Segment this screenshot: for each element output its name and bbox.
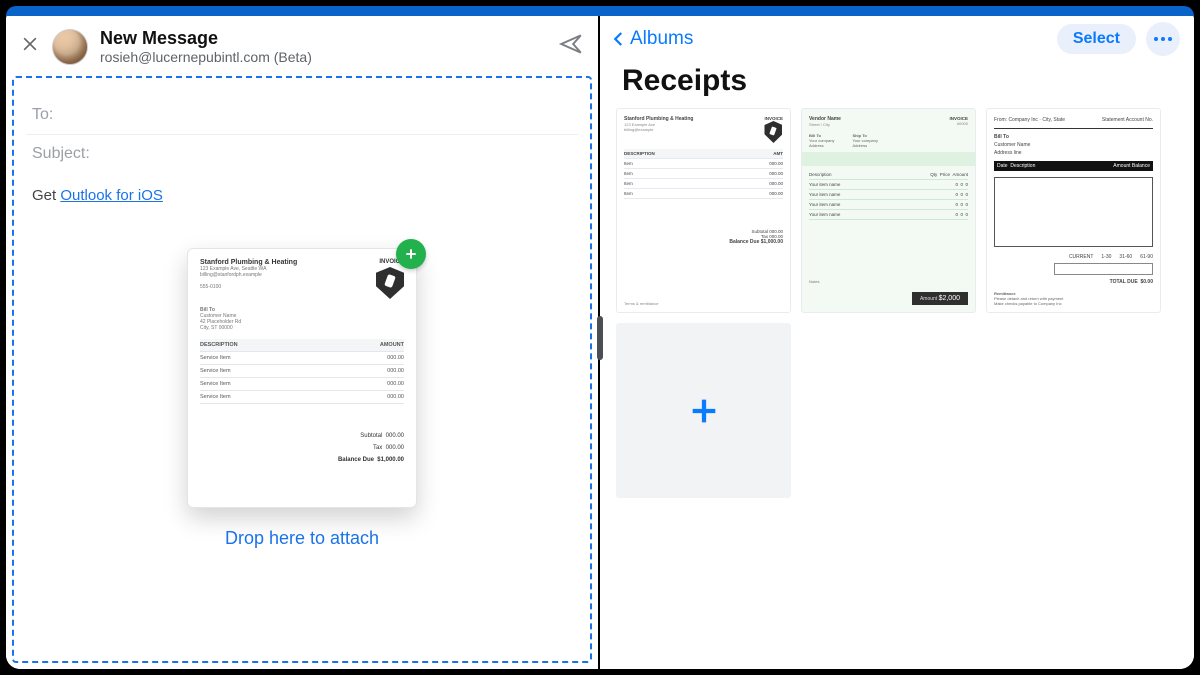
compose-title: New Message bbox=[100, 28, 312, 49]
outlook-compose-pane: New Message rosieh@lucernepubintl.com (B… bbox=[6, 6, 600, 669]
ellipsis-icon bbox=[1154, 37, 1158, 41]
back-button[interactable]: Albums bbox=[610, 28, 693, 50]
back-label: Albums bbox=[630, 28, 693, 50]
select-button[interactable]: Select bbox=[1057, 24, 1136, 54]
drag-preview[interactable]: Stanford Plumbing & Heating 123 Example … bbox=[187, 248, 417, 508]
drop-zone[interactable]: To: Subject: Get Outlook for iOS Stanfor… bbox=[12, 76, 592, 663]
more-button[interactable] bbox=[1146, 22, 1180, 56]
split-view-handle[interactable] bbox=[597, 316, 603, 360]
photo-grid: Stanford Plumbing & Heating 123 Example … bbox=[600, 108, 1194, 498]
add-photo-tile[interactable] bbox=[616, 323, 791, 498]
outlook-ios-link[interactable]: Outlook for iOS bbox=[60, 187, 163, 204]
album-title: Receipts bbox=[600, 60, 1194, 108]
drop-hint: Drop here to attach bbox=[14, 528, 590, 549]
avatar[interactable] bbox=[52, 29, 88, 65]
compose-from: rosieh@lucernepubintl.com (Beta) bbox=[100, 49, 312, 65]
receipt-drag-card: Stanford Plumbing & Heating 123 Example … bbox=[187, 248, 417, 508]
shield-icon bbox=[376, 267, 404, 299]
subject-field[interactable]: Subject: bbox=[26, 135, 578, 173]
chevron-left-icon bbox=[610, 28, 628, 50]
photo-thumb[interactable]: From: Company Inc · City, StateStatement… bbox=[986, 108, 1161, 313]
signature-prefix: Get bbox=[32, 187, 60, 204]
send-icon[interactable] bbox=[558, 31, 584, 62]
shield-icon bbox=[764, 121, 782, 143]
photo-thumb[interactable]: Vendor Name Street / City INVOICE #0000 … bbox=[801, 108, 976, 313]
photo-thumb[interactable]: Stanford Plumbing & Heating 123 Example … bbox=[616, 108, 791, 313]
invoice-total: Amount $2,000 bbox=[912, 292, 968, 305]
compose-body[interactable]: Get Outlook for iOS bbox=[26, 173, 578, 218]
to-field[interactable]: To: bbox=[26, 96, 578, 135]
compose-heading: New Message rosieh@lucernepubintl.com (B… bbox=[100, 28, 312, 65]
receipt-company: Stanford Plumbing & Heating bbox=[200, 259, 297, 266]
photos-nav: Albums Select bbox=[600, 16, 1194, 60]
photos-pane: Albums Select Receipts Stanford Plumbing… bbox=[600, 6, 1194, 669]
close-icon[interactable] bbox=[20, 34, 40, 59]
add-badge-icon bbox=[396, 239, 426, 269]
compose-header: New Message rosieh@lucernepubintl.com (B… bbox=[6, 18, 598, 79]
plus-icon bbox=[687, 394, 721, 428]
app-top-accent bbox=[6, 6, 1194, 16]
